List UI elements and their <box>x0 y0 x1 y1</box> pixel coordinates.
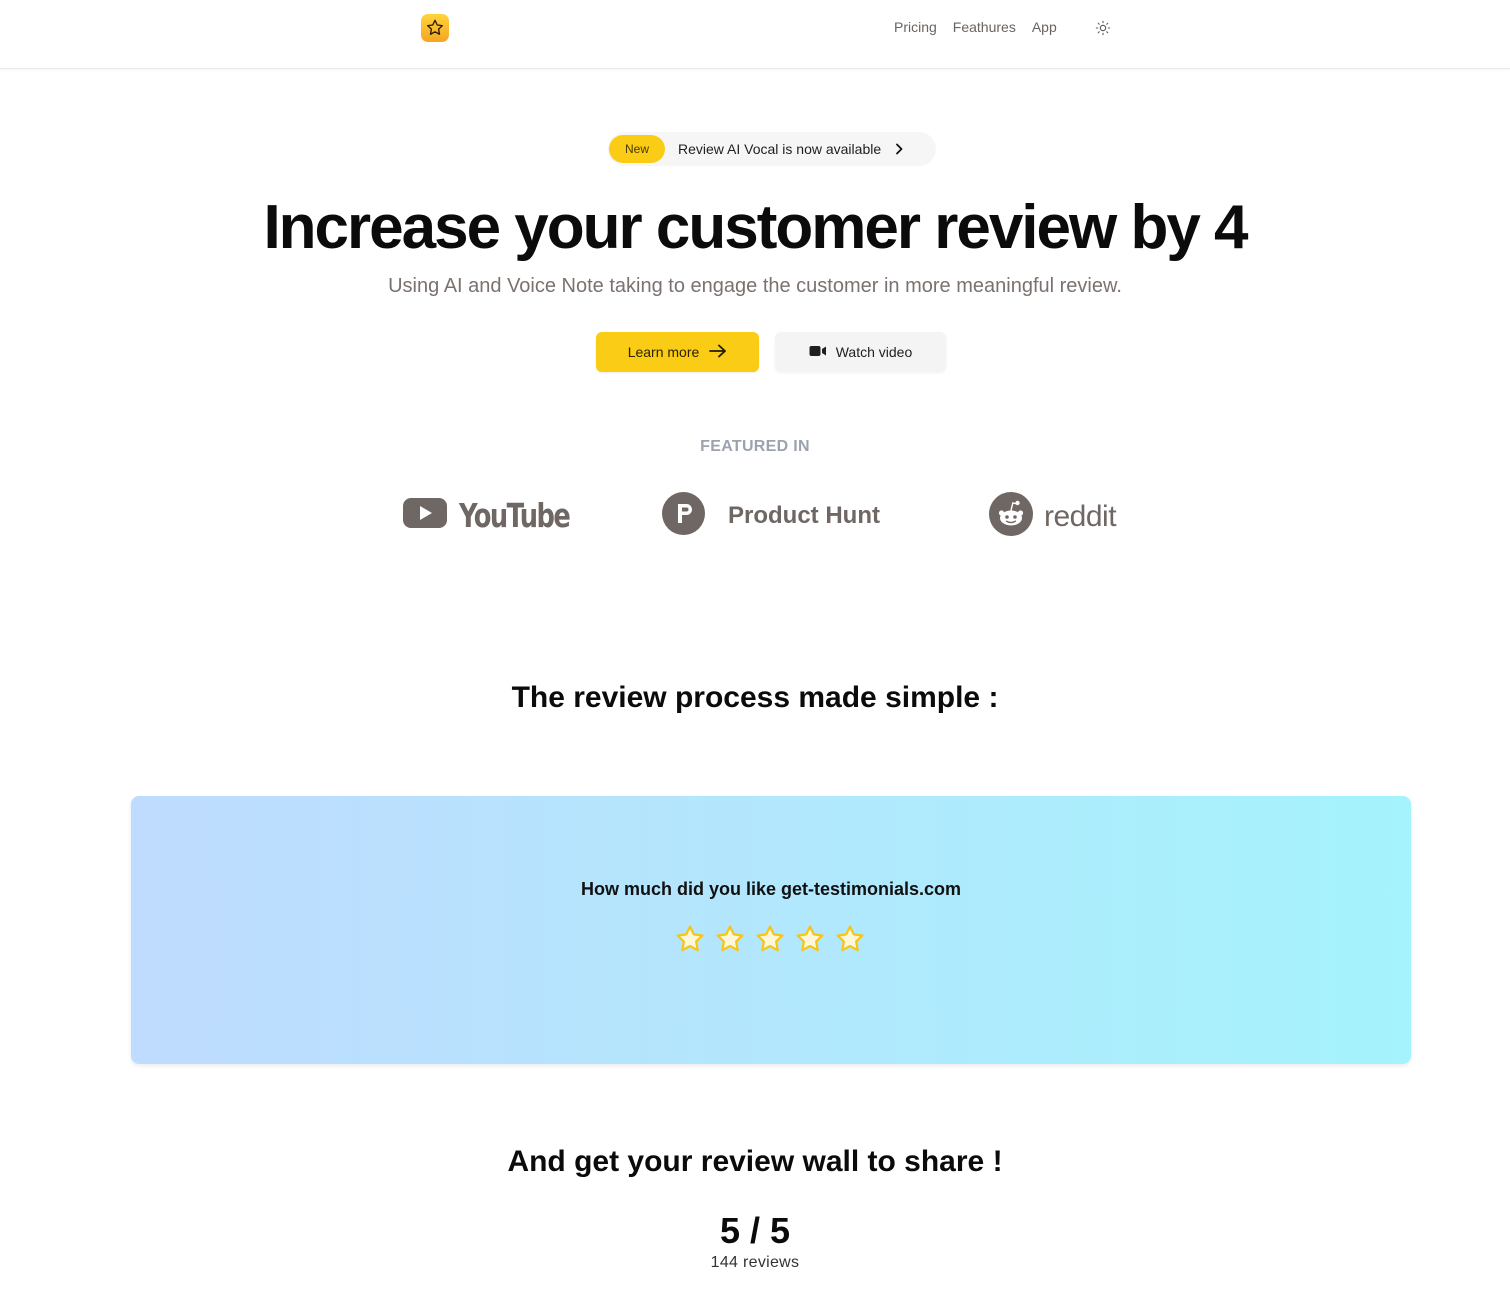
top-navbar: Pricing Feathures App <box>0 0 1510 69</box>
announcement-text: Review AI Vocal is now available <box>678 141 882 157</box>
learn-more-button[interactable]: Learn more <box>596 332 759 372</box>
rating-question: How much did you like get-testimonials.c… <box>580 879 962 899</box>
hero-title: Increase your customer review by 4 <box>263 193 1248 262</box>
watch-video-label: Watch video <box>835 344 913 360</box>
star-rating <box>674 923 866 955</box>
video-camera-icon <box>809 344 827 360</box>
star-3-icon[interactable] <box>754 923 786 955</box>
nav-link-features[interactable]: Feathures <box>953 19 1016 35</box>
watch-video-button[interactable]: Watch video <box>775 332 946 372</box>
star-4-icon[interactable] <box>794 923 826 955</box>
product-hunt-wordmark: Product Hunt <box>728 502 880 529</box>
logo-star-icon[interactable] <box>421 14 449 42</box>
hero-subtitle: Using AI and Voice Note taking to engage… <box>388 275 1122 297</box>
review-process-heading: The review process made simple : <box>511 681 999 714</box>
youtube-play-icon <box>403 497 447 534</box>
reddit-wordmark: reddit <box>1044 499 1117 533</box>
reddit-logo: reddit <box>989 492 1117 541</box>
learn-more-label: Learn more <box>627 344 700 360</box>
nav-link-app[interactable]: App <box>1032 19 1057 35</box>
review-demo-card: How much did you like get-testimonials.c… <box>131 796 1411 1064</box>
new-badge: New <box>609 135 666 163</box>
arrow-right-icon <box>709 344 727 361</box>
announcement-pill[interactable]: New Review AI Vocal is now available <box>608 132 936 166</box>
youtube-wordmark: YouTube <box>459 496 571 535</box>
main-nav: Pricing Feathures App <box>894 19 1057 35</box>
star-2-icon[interactable] <box>714 923 746 955</box>
review-count: 144 reviews <box>710 1254 800 1271</box>
nav-link-pricing[interactable]: Pricing <box>894 19 937 35</box>
star-5-icon[interactable] <box>834 923 866 955</box>
sun-icon[interactable] <box>1094 19 1112 37</box>
review-wall-heading: And get your review wall to share ! <box>507 1145 1003 1178</box>
product-hunt-logo: Product Hunt <box>662 492 880 540</box>
product-hunt-icon <box>662 492 705 540</box>
average-score: 5 / 5 <box>719 1210 791 1251</box>
featured-in-label: FEATURED IN <box>700 438 810 455</box>
youtube-logo: YouTube <box>403 496 600 535</box>
star-1-icon[interactable] <box>674 923 706 955</box>
reddit-alien-icon <box>989 492 1033 541</box>
chevron-right-icon <box>894 143 904 155</box>
